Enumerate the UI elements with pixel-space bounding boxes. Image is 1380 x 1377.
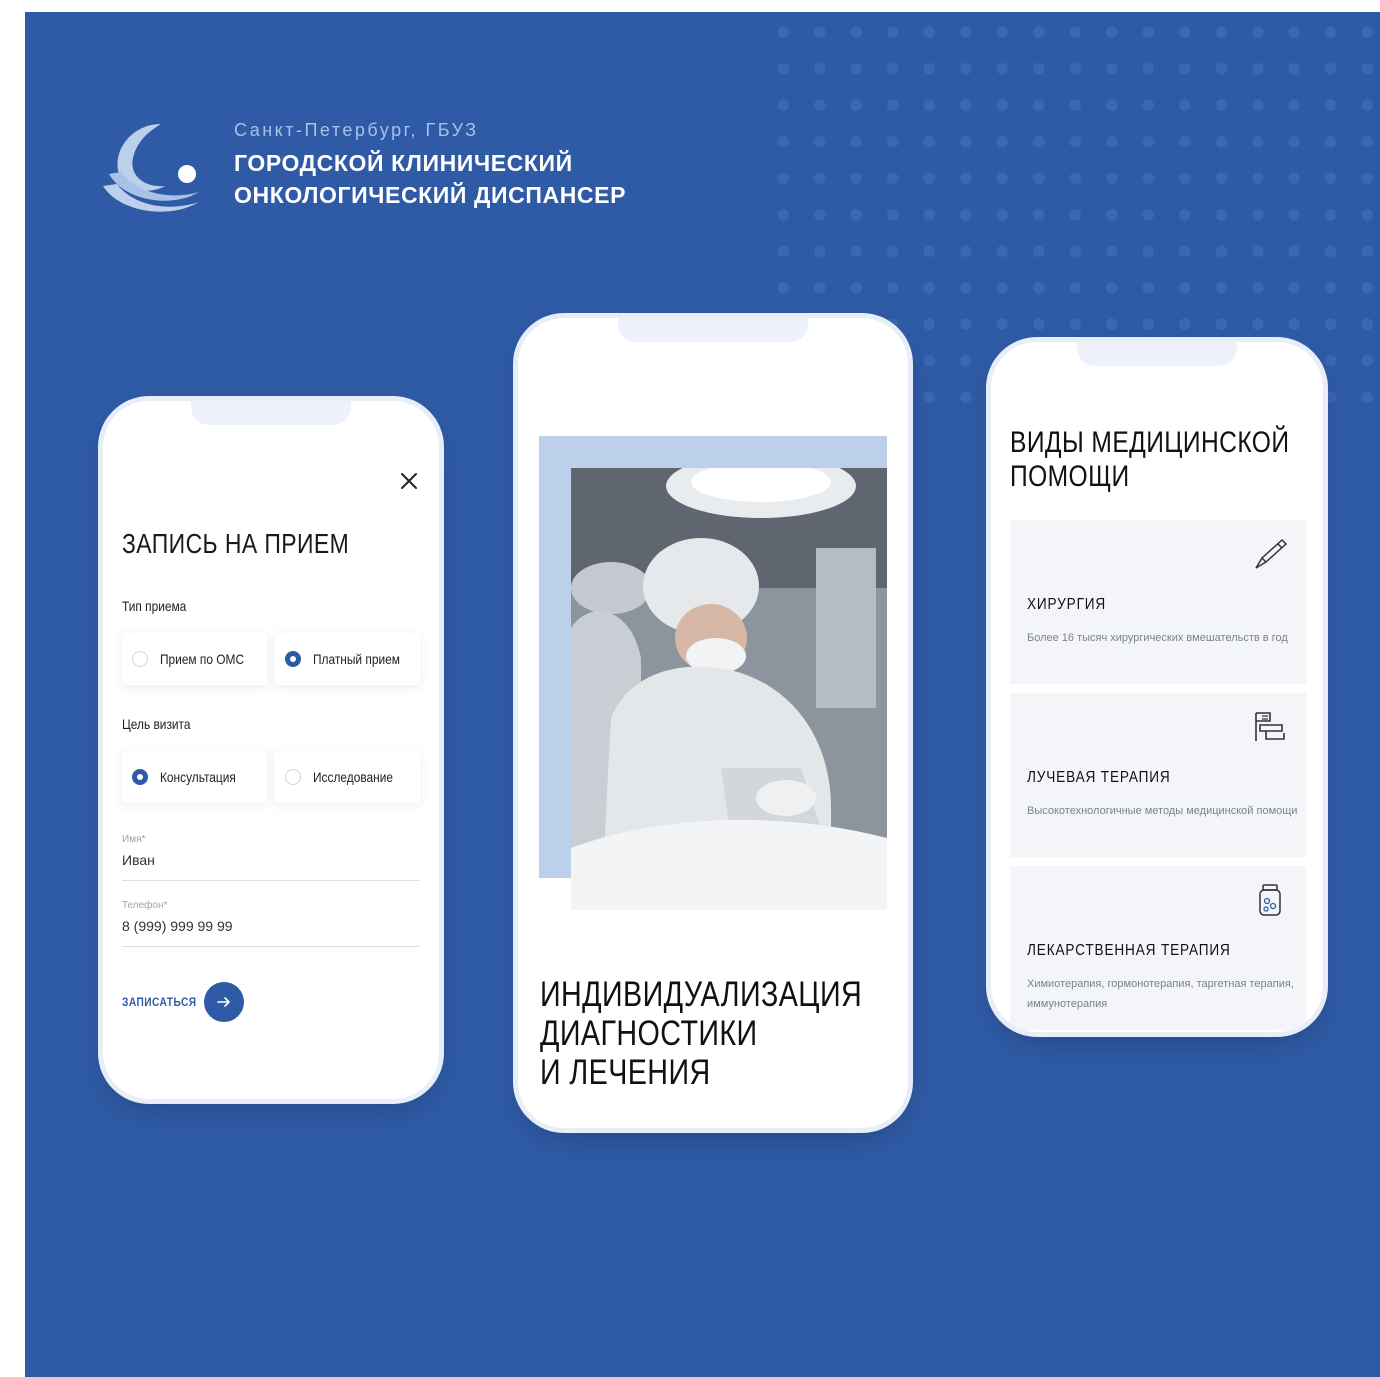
close-icon[interactable] <box>399 471 419 491</box>
clinic-logo-icon <box>103 124 199 212</box>
surgery-illustration <box>571 468 887 910</box>
visit-goal-label: Цель визита <box>122 716 191 732</box>
radio-option-research[interactable]: Исследование <box>275 751 420 803</box>
radio-selected-icon <box>285 651 301 667</box>
radio-option-oms[interactable]: Прием по ОМС <box>122 633 267 685</box>
radio-icon <box>132 651 148 667</box>
service-card-surgery[interactable]: ХИРУРГИЯ Более 16 тысяч хирургических вм… <box>1010 520 1306 684</box>
service-card-drug-therapy[interactable]: ЛЕКАРСТВЕННАЯ ТЕРАПИЯ Химиотерапия, горм… <box>1010 866 1306 1030</box>
phone-services: ВИДЫ МЕДИЦИНСКОЙ ПОМОЩИ ХИРУРГИЯ Более 1… <box>991 342 1323 1032</box>
phone-field-label: Телефон* <box>122 900 168 911</box>
brand-subtitle: Санкт-Петербург, ГБУЗ <box>234 120 479 140</box>
phone-notch <box>618 318 808 342</box>
radio-option-label: Исследование <box>313 769 393 785</box>
services-title-line: ПОМОЩИ <box>1010 460 1130 493</box>
service-title: ЛЕКАРСТВЕННАЯ ТЕРАПИЯ <box>1027 942 1231 959</box>
phone-appointment: ЗАПИСЬ НА ПРИЕМ Тип приема Прием по ОМС … <box>103 401 439 1099</box>
submit-link[interactable]: ЗАПИСАТЬСЯ <box>122 995 197 1009</box>
brand-name-line2: ОНКОЛОГИЧЕСКИЙ ДИСПАНСЕР <box>234 182 627 208</box>
radio-option-label: Консультация <box>160 769 236 785</box>
service-title: ХИРУРГИЯ <box>1027 596 1107 613</box>
phone-field[interactable]: Телефон* 8 (999) 999 99 99 <box>122 900 419 947</box>
service-description: Химиотерапия, гормонотерапия, таргетная … <box>1027 978 1294 1010</box>
services-title: ВИДЫ МЕДИЦИНСКОЙ ПОМОЩИ <box>1010 426 1289 494</box>
hero-title: ИНДИВИДУАЛИЗАЦИЯ ДИАГНОСТИКИ И ЛЕЧЕНИЯ <box>540 975 862 1092</box>
arrow-right-icon <box>217 997 230 1007</box>
phone-field-value: 8 (999) 999 99 99 <box>122 918 233 934</box>
surgeon-photo <box>571 468 887 910</box>
hero-title-line: И ЛЕЧЕНИЯ <box>540 1053 711 1092</box>
service-card-radiation[interactable]: ЛУЧЕВАЯ ТЕРАПИЯ Высокотехнологичные мето… <box>1010 693 1306 857</box>
name-field[interactable]: Имя* Иван <box>122 834 419 881</box>
service-description: Более 16 тысяч хирургических вмешательст… <box>1027 632 1288 644</box>
scalpel-icon <box>1255 538 1288 569</box>
radio-icon <box>285 769 301 785</box>
radiation-machine-icon <box>1255 712 1285 741</box>
page-title: ЗАПИСЬ НА ПРИЕМ <box>122 528 350 559</box>
medicine-jar-icon <box>1259 884 1281 916</box>
name-field-label: Имя* <box>122 834 146 845</box>
appointment-type-label: Тип приема <box>122 598 187 614</box>
radio-option-consultation[interactable]: Консультация <box>122 751 267 803</box>
hero-title-line: ИНДИВИДУАЛИЗАЦИЯ <box>540 975 863 1014</box>
radio-selected-icon <box>132 769 148 785</box>
radio-option-paid[interactable]: Платный прием <box>275 633 420 685</box>
phone-notch <box>1077 342 1237 366</box>
services-title-line: ВИДЫ МЕДИЦИНСКОЙ <box>1010 426 1290 459</box>
radio-option-label: Платный прием <box>313 651 400 667</box>
submit-button[interactable] <box>204 982 244 1022</box>
brand-name-line1: ГОРОДСКОЙ КЛИНИЧЕСКИЙ <box>234 150 573 176</box>
phone-hero: ИНДИВИДУАЛИЗАЦИЯ ДИАГНОСТИКИ И ЛЕЧЕНИЯ <box>518 318 908 1128</box>
name-field-value: Иван <box>122 852 155 868</box>
promo-canvas: Санкт-Петербург, ГБУЗ ГОРОДСКОЙ КЛИНИЧЕС… <box>25 12 1380 1377</box>
service-description: Высокотехнологичные методы медицинской п… <box>1027 805 1298 817</box>
hero-title-line: ДИАГНОСТИКИ <box>540 1014 758 1053</box>
radio-option-label: Прием по ОМС <box>160 651 245 667</box>
service-title: ЛУЧЕВАЯ ТЕРАПИЯ <box>1027 769 1171 786</box>
phone-notch <box>191 401 351 425</box>
